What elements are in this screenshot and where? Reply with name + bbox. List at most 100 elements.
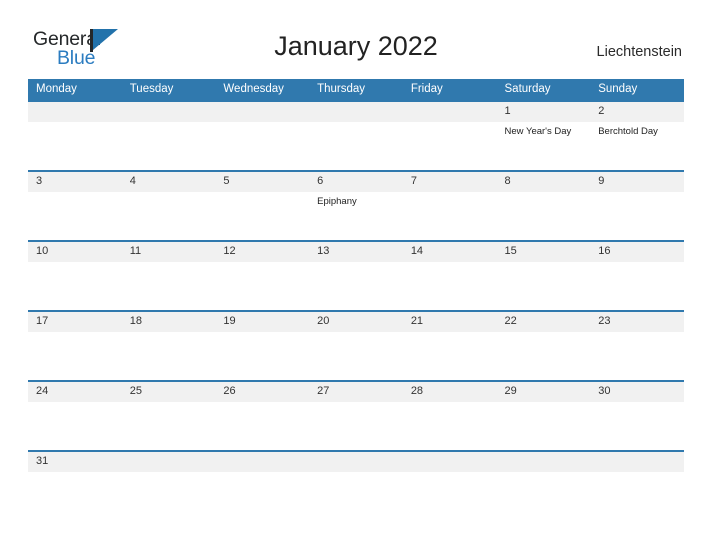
day-number[interactable]: 28 — [403, 382, 497, 402]
day-event[interactable] — [590, 402, 684, 450]
day-number[interactable]: 6 — [309, 172, 403, 192]
day-number[interactable]: 25 — [122, 382, 216, 402]
day-event[interactable] — [215, 122, 309, 170]
day-number[interactable]: 2 — [590, 102, 684, 122]
day-event[interactable] — [309, 472, 403, 482]
day-number[interactable]: 29 — [497, 382, 591, 402]
day-number[interactable]: 30 — [590, 382, 684, 402]
day-event[interactable] — [215, 332, 309, 380]
day-number[interactable]: 7 — [403, 172, 497, 192]
week-events — [28, 402, 684, 450]
day-number[interactable]: 22 — [497, 312, 591, 332]
day-event[interactable] — [403, 402, 497, 450]
day-number[interactable]: 5 — [215, 172, 309, 192]
day-event[interactable] — [403, 122, 497, 170]
calendar-week-row: 3 4 5 6 7 8 9 Epiphany — [28, 170, 684, 240]
day-event[interactable] — [309, 332, 403, 380]
day-event[interactable] — [215, 402, 309, 450]
day-event[interactable] — [403, 472, 497, 482]
day-event[interactable] — [497, 332, 591, 380]
day-event[interactable] — [215, 192, 309, 240]
day-number[interactable]: 18 — [122, 312, 216, 332]
day-number[interactable]: 14 — [403, 242, 497, 262]
day-number[interactable] — [122, 452, 216, 472]
day-event[interactable] — [403, 192, 497, 240]
calendar-grid: Monday Tuesday Wednesday Thursday Friday… — [28, 79, 684, 482]
calendar-week-row: 24 25 26 27 28 29 30 — [28, 380, 684, 450]
day-number[interactable] — [403, 102, 497, 122]
day-event[interactable] — [28, 472, 122, 482]
day-number[interactable]: 27 — [309, 382, 403, 402]
day-number[interactable]: 9 — [590, 172, 684, 192]
day-number[interactable]: 31 — [28, 452, 122, 472]
day-event[interactable] — [497, 472, 591, 482]
day-event[interactable]: Berchtold Day — [590, 122, 684, 170]
calendar-week-row: 1 2 New Year's Day Berchtold Day — [28, 100, 684, 170]
week-events: Epiphany — [28, 192, 684, 240]
day-number[interactable]: 4 — [122, 172, 216, 192]
day-number[interactable]: 3 — [28, 172, 122, 192]
day-event[interactable] — [28, 262, 122, 310]
day-number[interactable] — [215, 102, 309, 122]
weekday-header-sunday: Sunday — [598, 83, 638, 95]
day-event[interactable] — [28, 192, 122, 240]
day-number[interactable]: 20 — [309, 312, 403, 332]
day-number[interactable]: 1 — [497, 102, 591, 122]
day-number[interactable] — [28, 102, 122, 122]
day-event[interactable]: New Year's Day — [497, 122, 591, 170]
day-number[interactable] — [590, 452, 684, 472]
day-event[interactable] — [403, 262, 497, 310]
day-event[interactable] — [497, 192, 591, 240]
weekday-header-thursday: Thursday — [317, 83, 366, 95]
day-number[interactable]: 16 — [590, 242, 684, 262]
day-event[interactable] — [122, 332, 216, 380]
calendar-page: General Blue January 2022 Liechtenstein … — [0, 0, 712, 550]
day-event[interactable] — [122, 262, 216, 310]
day-event[interactable] — [590, 262, 684, 310]
day-number[interactable]: 19 — [215, 312, 309, 332]
day-number[interactable]: 15 — [497, 242, 591, 262]
day-event[interactable] — [590, 472, 684, 482]
calendar-week-row: 17 18 19 20 21 22 23 — [28, 310, 684, 380]
weekday-header-tuesday: Tuesday — [129, 83, 174, 95]
week-daynumbers: 1 2 — [28, 102, 684, 122]
day-event[interactable] — [122, 192, 216, 240]
day-number[interactable] — [309, 102, 403, 122]
day-number[interactable]: 17 — [28, 312, 122, 332]
day-number[interactable]: 13 — [309, 242, 403, 262]
day-number[interactable]: 21 — [403, 312, 497, 332]
day-event[interactable] — [28, 122, 122, 170]
day-number[interactable] — [497, 452, 591, 472]
week-daynumbers: 3 4 5 6 7 8 9 — [28, 172, 684, 192]
day-number[interactable] — [309, 452, 403, 472]
week-events — [28, 332, 684, 380]
day-event[interactable] — [122, 402, 216, 450]
day-number[interactable]: 23 — [590, 312, 684, 332]
day-event[interactable] — [590, 192, 684, 240]
day-event[interactable] — [215, 472, 309, 482]
day-number[interactable]: 8 — [497, 172, 591, 192]
day-event[interactable] — [309, 122, 403, 170]
day-event[interactable] — [309, 402, 403, 450]
day-number[interactable]: 12 — [215, 242, 309, 262]
day-event[interactable] — [122, 472, 216, 482]
day-event[interactable] — [28, 332, 122, 380]
day-number[interactable]: 11 — [122, 242, 216, 262]
day-number[interactable]: 10 — [28, 242, 122, 262]
day-number[interactable] — [403, 452, 497, 472]
day-event[interactable] — [122, 122, 216, 170]
day-event[interactable] — [590, 332, 684, 380]
day-event[interactable] — [309, 262, 403, 310]
day-event[interactable] — [497, 402, 591, 450]
day-number[interactable] — [122, 102, 216, 122]
day-number[interactable] — [215, 452, 309, 472]
day-event[interactable] — [403, 332, 497, 380]
day-event[interactable] — [215, 262, 309, 310]
calendar-week-row: 10 11 12 13 14 15 16 — [28, 240, 684, 310]
day-event[interactable] — [497, 262, 591, 310]
day-event[interactable]: Epiphany — [309, 192, 403, 240]
day-number[interactable]: 26 — [215, 382, 309, 402]
day-event[interactable] — [28, 402, 122, 450]
week-daynumbers: 24 25 26 27 28 29 30 — [28, 382, 684, 402]
day-number[interactable]: 24 — [28, 382, 122, 402]
